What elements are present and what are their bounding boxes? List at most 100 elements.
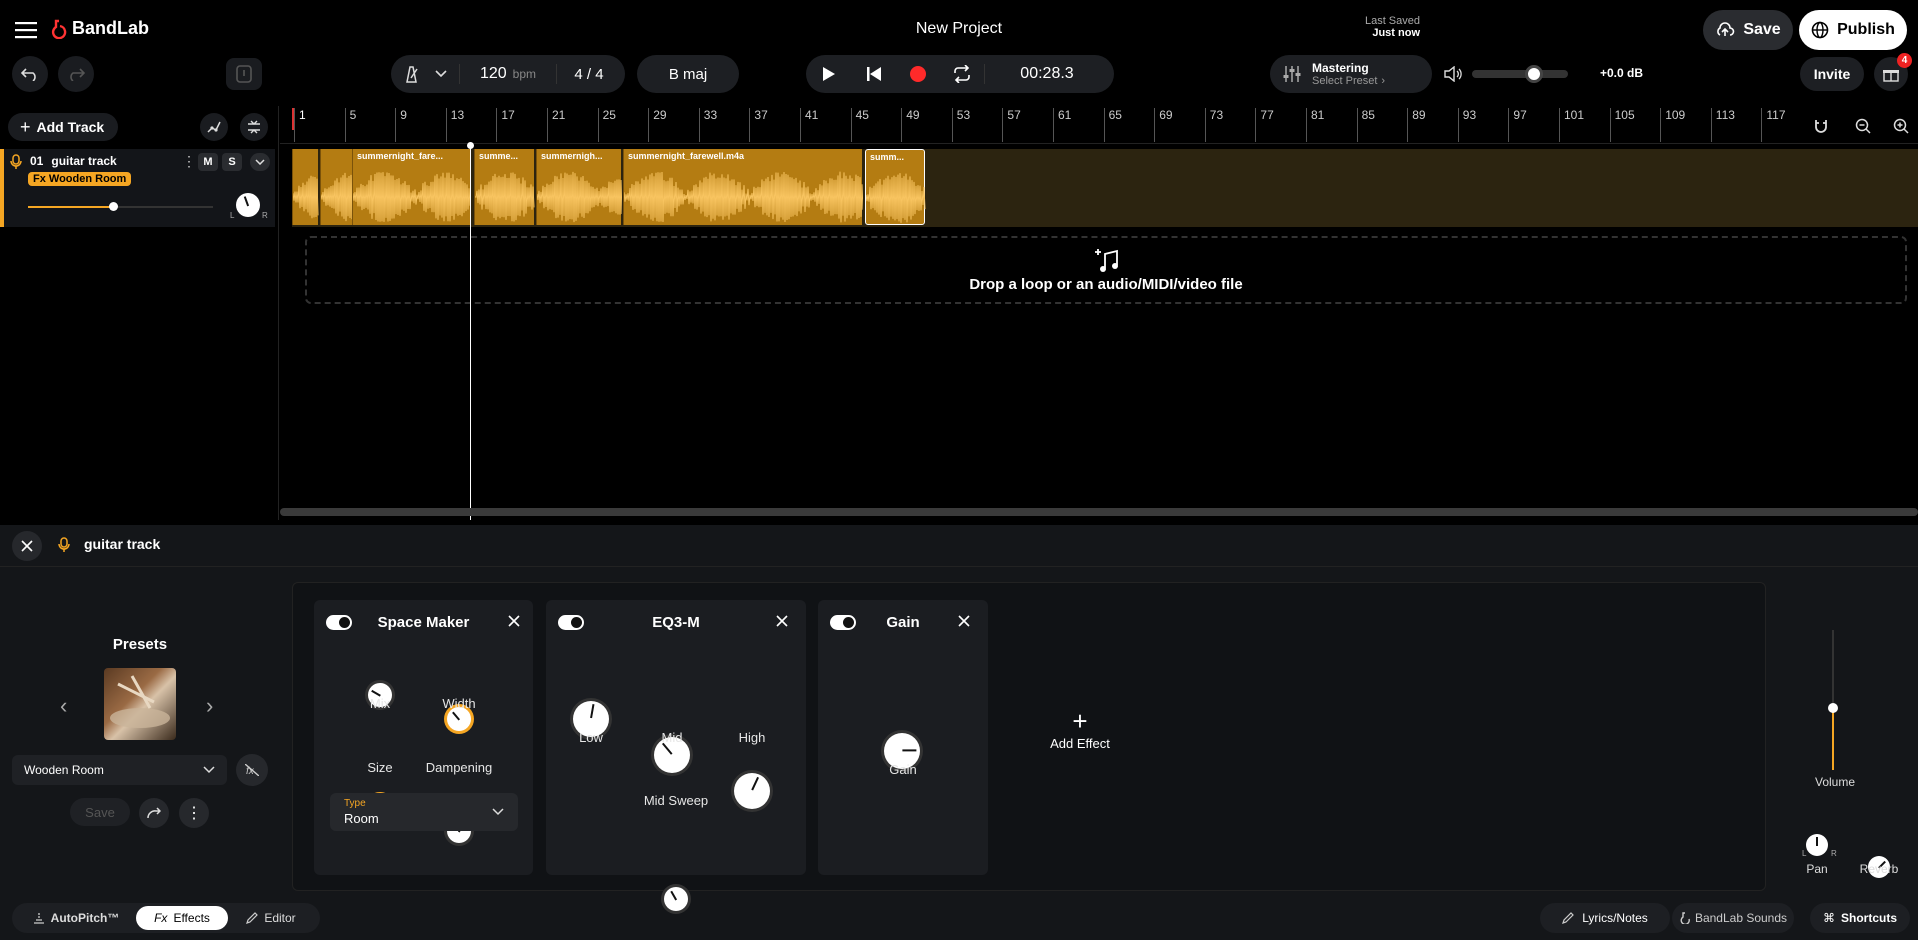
channel-volume-handle[interactable] [1828, 703, 1838, 713]
high-knob[interactable] [734, 773, 770, 809]
globe-icon [1811, 21, 1829, 39]
channel-volume-fader[interactable] [1822, 630, 1844, 770]
track-pan-knob[interactable] [236, 193, 260, 217]
type-select[interactable]: Type Room [330, 793, 518, 831]
pan-knob[interactable] [1806, 834, 1828, 856]
chevron-down-icon [255, 159, 265, 165]
add-track-button[interactable]: + Add Track [8, 113, 118, 141]
add-music-icon [307, 248, 1905, 279]
solo-button[interactable]: S [222, 153, 242, 171]
effects-label: Effects [173, 911, 209, 925]
remove-fx-button[interactable]: fx [236, 754, 268, 786]
close-icon[interactable] [776, 614, 788, 632]
redo-button[interactable] [58, 56, 94, 92]
microphone-icon [10, 154, 22, 175]
tab-effects[interactable]: Fx Effects [136, 906, 228, 930]
transport-controls: 00:28.3 [806, 55, 1114, 93]
skip-to-start-button[interactable] [852, 55, 896, 93]
horizontal-scrollbar[interactable] [280, 508, 1918, 516]
automation-icon [207, 120, 221, 134]
gift-button[interactable]: 4 [1874, 57, 1908, 91]
tab-autopitch[interactable]: AutoPitch™ [16, 911, 136, 925]
track-header[interactable]: 01 guitar track ⋮ M S Fx Wooden Room L R [0, 149, 275, 227]
record-icon [909, 65, 927, 83]
chevron-right-icon[interactable]: › [206, 693, 213, 719]
top-bar: BandLab New Project Last Saved Just now … [0, 0, 1918, 60]
audio-clip[interactable] [320, 149, 352, 225]
audio-clip[interactable]: summernigh... [536, 149, 621, 225]
metronome-toggle-button[interactable] [226, 58, 262, 90]
master-volume-slider[interactable] [1472, 70, 1568, 78]
presets-title: Presets [80, 636, 200, 653]
snap-magnet-icon[interactable] [1808, 113, 1834, 139]
add-effect-button[interactable]: + Add Effect [1030, 710, 1130, 751]
fx-icon: Fx [154, 911, 167, 925]
chevron-down-icon[interactable] [431, 70, 451, 78]
ruler-tick: 21 [547, 108, 565, 142]
mute-button[interactable]: M [198, 153, 218, 171]
menu-icon[interactable] [14, 18, 38, 42]
metronome-icon[interactable] [391, 55, 431, 93]
preset-image[interactable] [104, 668, 176, 740]
lyrics-notes-button[interactable]: Lyrics/Notes [1540, 903, 1670, 933]
audio-clip[interactable] [292, 149, 318, 225]
timeline-ruler[interactable]: 1 5 9 13 17 21 25 29 33 37 41 45 49 53 57 61 65 69 73 77 81 8… [280, 106, 1918, 144]
close-icon[interactable] [958, 614, 970, 632]
ruler-tick: 69 [1154, 108, 1172, 142]
shortcuts-button[interactable]: ⌘ Shortcuts [1810, 903, 1910, 933]
waveform [475, 167, 535, 223]
track-expand-button[interactable] [250, 153, 270, 171]
audio-clip[interactable]: summernight_fare... [352, 149, 470, 225]
bpm-unit: bpm [513, 67, 536, 81]
preset-select[interactable]: Wooden Room [12, 755, 227, 785]
close-panel-button[interactable] [12, 531, 42, 561]
track-volume-slider[interactable] [28, 206, 213, 208]
ruler-tick: 1 [294, 108, 306, 142]
zoom-out-icon[interactable] [1850, 113, 1876, 139]
publish-button[interactable]: Publish [1799, 10, 1907, 50]
command-icon: ⌘ [1823, 911, 1835, 925]
bandlab-logo[interactable]: BandLab [50, 18, 149, 39]
track-name[interactable]: guitar track [51, 154, 116, 168]
sliders-icon [1282, 65, 1302, 83]
ruler-tick: 113 [1711, 108, 1735, 142]
bpm-field[interactable]: 120 bpm [460, 65, 556, 83]
drop-zone[interactable]: Drop a loop or an audio/MIDI/video file [305, 236, 1907, 304]
type-label: Type [344, 798, 366, 809]
master-volume-handle[interactable] [1525, 65, 1543, 83]
more-vertical-icon[interactable]: ⋮ [179, 798, 209, 828]
mid-sweep-knob[interactable] [664, 887, 688, 911]
playhead[interactable] [470, 146, 471, 520]
key-selector[interactable]: B maj [637, 55, 739, 93]
bottom-tabs: AutoPitch™ Fx Effects Editor [12, 903, 320, 933]
mastering-button[interactable]: Mastering Select Preset › [1270, 55, 1432, 93]
track-volume-handle[interactable] [109, 202, 118, 211]
redo-icon [67, 67, 85, 81]
audio-clip[interactable]: summe... [474, 149, 534, 225]
time-signature[interactable]: 4 / 4 [557, 66, 621, 83]
speaker-icon[interactable] [1442, 64, 1464, 84]
ruler-tick: 37 [749, 108, 767, 142]
fx-tag[interactable]: Fx Wooden Room [28, 172, 131, 186]
record-button[interactable] [896, 55, 940, 93]
close-icon[interactable] [508, 614, 520, 632]
tab-editor[interactable]: Editor [228, 911, 314, 925]
loop-button[interactable] [940, 55, 984, 93]
ruler-tick: 101 [1559, 108, 1584, 142]
collapse-tracks-button[interactable] [240, 113, 268, 141]
chevron-left-icon[interactable]: ‹ [60, 693, 67, 719]
bandlab-icon [1679, 912, 1691, 924]
bandlab-sounds-button[interactable]: BandLab Sounds [1672, 903, 1794, 933]
save-button[interactable]: Save [1703, 10, 1793, 50]
preset-save-button[interactable]: Save [70, 798, 130, 826]
share-preset-button[interactable] [139, 798, 169, 828]
audio-clip[interactable]: summernight_farewell.m4a [623, 149, 862, 225]
play-button[interactable] [806, 55, 852, 93]
invite-button[interactable]: Invite [1800, 57, 1864, 91]
zoom-in-icon[interactable] [1888, 113, 1914, 139]
undo-button[interactable] [12, 56, 48, 92]
automation-button[interactable] [200, 113, 228, 141]
high-label: High [722, 730, 782, 745]
more-vertical-icon[interactable]: ⋮ [182, 153, 196, 170]
audio-clip[interactable]: summ... [865, 149, 925, 225]
